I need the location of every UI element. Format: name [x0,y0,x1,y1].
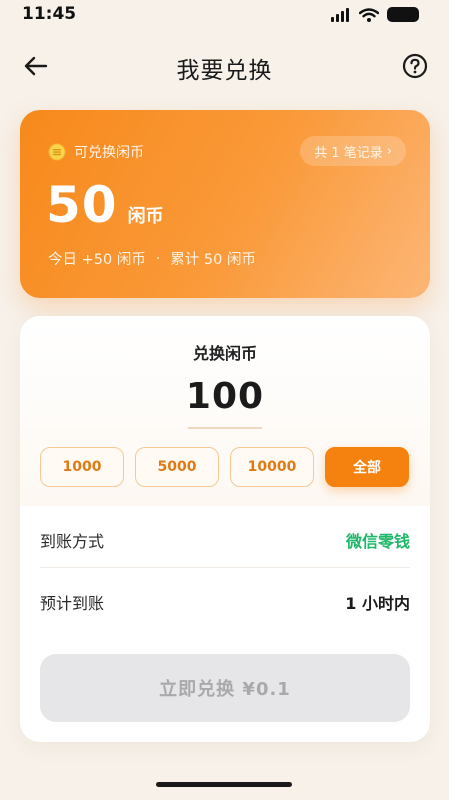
battery-icon [387,7,419,22]
payout-method-label: 到账方式 [40,531,105,551]
balance-value: 50 [46,176,118,234]
cellular-signal-icon [331,7,349,22]
preset-button-10000[interactable]: 10000 [230,447,314,487]
records-label: 共 1 笔记录 [314,145,383,161]
records-button[interactable]: 共 1 笔记录 › [300,136,406,166]
status-bar: 11:45 [0,0,449,30]
preset-amounts: 1000 5000 10000 全部 [40,447,409,487]
balance-card: 可兑换闲币 共 1 笔记录 › 50 闲币 今日 +50 闲币 · 累计 50 … [20,110,430,298]
payout-method-value: 微信零钱 [345,531,410,551]
preset-button-1000[interactable]: 1000 [40,447,124,487]
stats-separator: · [155,250,161,267]
balance-unit: 闲币 [127,206,164,227]
exchange-amount-input[interactable]: 100 [20,376,430,417]
preset-button-all[interactable]: 全部 [325,447,409,487]
page-title: 我要兑换 [176,58,273,84]
chevron-right-icon: › [386,143,392,159]
balance-stats: 今日 +50 闲币 · 累计 50 闲币 [48,248,256,269]
help-icon[interactable] [401,52,429,80]
exchange-submit-button[interactable]: 立即兑换 ¥0.1 [40,654,410,722]
total-earned: 累计 50 闲币 [170,252,256,268]
amount-underline [188,427,262,429]
exchange-title: 兑换闲币 [192,344,257,363]
nav-header: 我要兑换 [0,42,449,90]
balance-amount-row: 50 闲币 [46,176,164,234]
preset-button-5000[interactable]: 5000 [135,447,219,487]
balance-label-row: 可兑换闲币 [48,142,144,162]
payout-eta-label: 预计到账 [40,594,105,613]
exchange-panel: 兑换闲币 100 1000 5000 10000 全部 到账方式 微信零钱 预计… [20,316,430,742]
balance-label: 可兑换闲币 [74,145,144,161]
coin-icon [48,143,66,161]
payout-method-row: 到账方式 微信零钱 [40,512,410,568]
home-indicator [156,782,292,787]
payout-eta-row: 预计到账 1 小时内 [40,574,410,630]
payout-eta-value: 1 小时内 [345,594,410,613]
today-earned: 今日 +50 闲币 [48,252,146,268]
status-icons [331,7,419,22]
exchange-amount-section: 兑换闲币 100 1000 5000 10000 全部 [20,316,430,506]
status-time: 11:45 [22,4,77,24]
wifi-icon [359,7,379,22]
